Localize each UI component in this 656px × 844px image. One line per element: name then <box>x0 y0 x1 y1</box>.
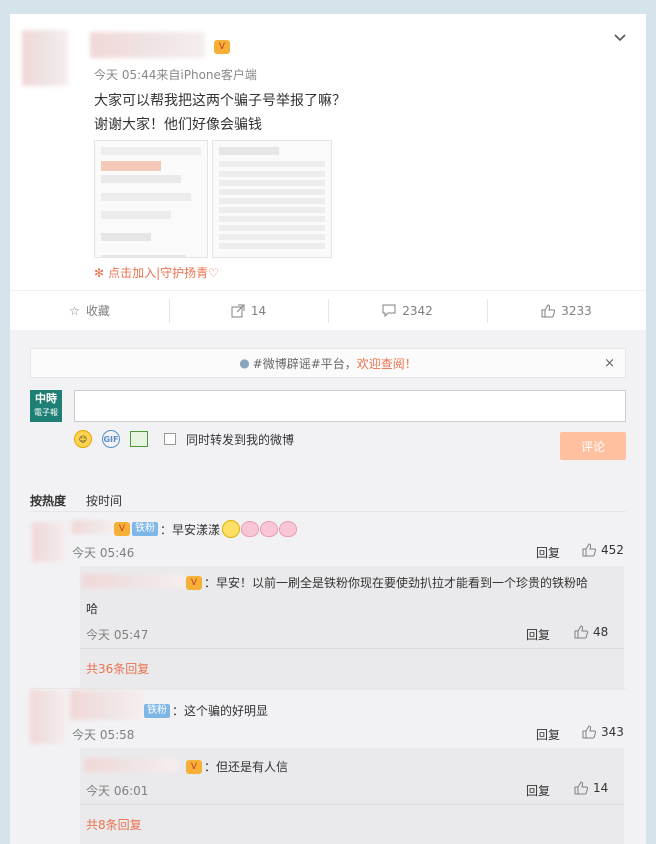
close-icon[interactable]: × <box>604 356 615 371</box>
post-text-line1: 大家可以帮我把这两个骗子号举报了嘛？ <box>94 93 346 109</box>
rumor-notice-bar: ● #微博辟谣#平台， 欢迎查阅！ × <box>30 348 626 378</box>
emoji-icon[interactable]: ☺ <box>74 430 92 448</box>
comment-body-2: 铁粉 ：这个骗的好明显 <box>144 702 268 719</box>
thumbs-up-icon <box>574 781 588 795</box>
fan-badge: 铁粉 <box>144 703 170 718</box>
logo-text-top: 中時 <box>35 392 57 405</box>
thumbs-up-icon <box>582 543 596 557</box>
divider <box>30 688 626 689</box>
post-image-2[interactable] <box>212 140 332 258</box>
submit-comment-button[interactable]: 评论 <box>560 432 626 460</box>
comment-like-button[interactable]: 343 <box>582 725 624 739</box>
comment-avatar[interactable] <box>32 522 66 562</box>
fan-badge: 铁粉 <box>132 522 158 536</box>
comment-input[interactable] <box>74 390 626 422</box>
post-action-bar: ☆ 收藏 14 2342 3233 <box>10 290 646 330</box>
reply-like-count: 48 <box>593 625 609 639</box>
composer-tools: ☺ GIF 同时转发到我的微博 <box>74 430 294 448</box>
reply-time: 今天 06:01 <box>86 784 149 798</box>
notice-link[interactable]: 欢迎查阅！ <box>357 355 417 372</box>
reply-username[interactable] <box>82 574 186 588</box>
like-count: 3233 <box>561 303 592 318</box>
reply-like-button[interactable]: 14 <box>574 781 608 795</box>
smile-emoji-icon <box>222 520 241 538</box>
comment-count: 2342 <box>402 303 433 318</box>
reply-button[interactable]: 回复 <box>536 544 560 561</box>
logo-text-bottom: 電子報 <box>34 408 58 417</box>
divider <box>80 804 624 805</box>
comment-body-1: V 铁粉 ：早安漾漾 <box>114 520 298 538</box>
sort-tabs: 按热度 按时间 <box>30 492 122 509</box>
repost-icon <box>231 304 245 317</box>
forward-label: 同时转发到我的微博 <box>186 432 295 447</box>
like-button[interactable]: 3233 <box>487 291 646 330</box>
reply-username[interactable] <box>84 758 178 772</box>
pig-emoji-icon <box>241 521 260 537</box>
author-avatar[interactable] <box>22 30 68 86</box>
reply-time: 今天 05:47 <box>86 628 149 642</box>
post-text-line2: 谢谢大家！他们好像会骗钱 <box>94 117 262 133</box>
tab-sort-time[interactable]: 按时间 <box>86 492 122 509</box>
reply-text-cont: 哈 <box>86 602 99 616</box>
comment-text: ：早安漾漾 <box>160 522 221 537</box>
comment-avatar[interactable] <box>30 690 66 744</box>
more-replies-link[interactable]: 共8条回复 <box>86 816 142 833</box>
pig-emoji-icon <box>260 521 279 537</box>
comment-button[interactable]: 2342 <box>328 291 487 330</box>
flower-icon: ✻ <box>94 265 105 280</box>
divider <box>30 511 626 512</box>
vip-icon: V <box>186 575 202 590</box>
repost-count: 14 <box>250 303 267 318</box>
tab-sort-hot[interactable]: 按热度 <box>30 492 66 509</box>
reply-like-count: 14 <box>593 781 609 795</box>
favorite-label: 收藏 <box>85 304 110 318</box>
gif-icon[interactable]: GIF <box>102 430 120 448</box>
reply-button[interactable]: 回复 <box>536 726 560 743</box>
join-fan-group-label: 点击加入|守护扬青♡ <box>108 266 219 280</box>
thumbs-up-icon <box>582 725 596 739</box>
reply-button[interactable]: 回复 <box>526 782 550 799</box>
chevron-down-icon[interactable] <box>614 34 626 42</box>
comment-text: ：这个骗的好明显 <box>172 704 269 718</box>
divider <box>80 648 624 649</box>
thumbs-up-icon <box>541 303 556 317</box>
comment-like-button[interactable]: 452 <box>582 543 624 557</box>
more-replies-link[interactable]: 共36条回复 <box>86 660 149 677</box>
reply-like-button[interactable]: 48 <box>574 625 608 639</box>
reply-button[interactable]: 回复 <box>526 626 550 643</box>
vip-icon: V <box>214 40 230 54</box>
author-name[interactable] <box>90 32 205 58</box>
reply-text: ：早安！以前一刷全是铁粉你现在要使劲扒拉才能看到一个珍贵的铁粉哈 <box>204 576 589 590</box>
weibo-post-card: V 今天 05:44来自iPhone客户端 大家可以帮我把这两个骗子号举报了嘛？… <box>10 14 646 844</box>
comment-time: 今天 05:58 <box>72 728 135 742</box>
pig-emoji-icon <box>279 521 298 537</box>
favorite-button[interactable]: ☆ 收藏 <box>10 291 169 330</box>
comment-like-count: 452 <box>601 543 624 557</box>
comment-like-count: 343 <box>601 725 624 739</box>
user-avatar-logo: 中時 電子報 <box>30 390 62 422</box>
reply-body: V ：早安！以前一刷全是铁粉你现在要使劲扒拉才能看到一个珍贵的铁粉哈 <box>186 574 588 591</box>
reply-body: V ：但还是有人信 <box>186 758 288 775</box>
notice-topic[interactable]: #微博辟谣#平台， <box>253 355 357 372</box>
thumbs-up-icon <box>574 625 588 639</box>
comment-time: 今天 05:46 <box>72 546 135 560</box>
star-icon: ☆ <box>69 303 80 318</box>
post-image-1[interactable] <box>94 140 208 258</box>
image-icon[interactable] <box>130 431 148 447</box>
vip-icon: V <box>186 759 202 774</box>
forward-checkbox[interactable] <box>164 433 176 445</box>
comment-icon <box>382 304 396 317</box>
repost-button[interactable]: 14 <box>169 291 328 330</box>
comment-username[interactable] <box>72 520 114 534</box>
info-icon: ● <box>239 356 250 370</box>
post-meta: 今天 05:44来自iPhone客户端 <box>94 68 257 82</box>
reply-text: ：但还是有人信 <box>204 760 289 774</box>
comment-username[interactable] <box>70 690 144 720</box>
vip-icon: V <box>114 522 130 536</box>
join-fan-group-link[interactable]: ✻ 点击加入|守护扬青♡ <box>94 264 219 281</box>
